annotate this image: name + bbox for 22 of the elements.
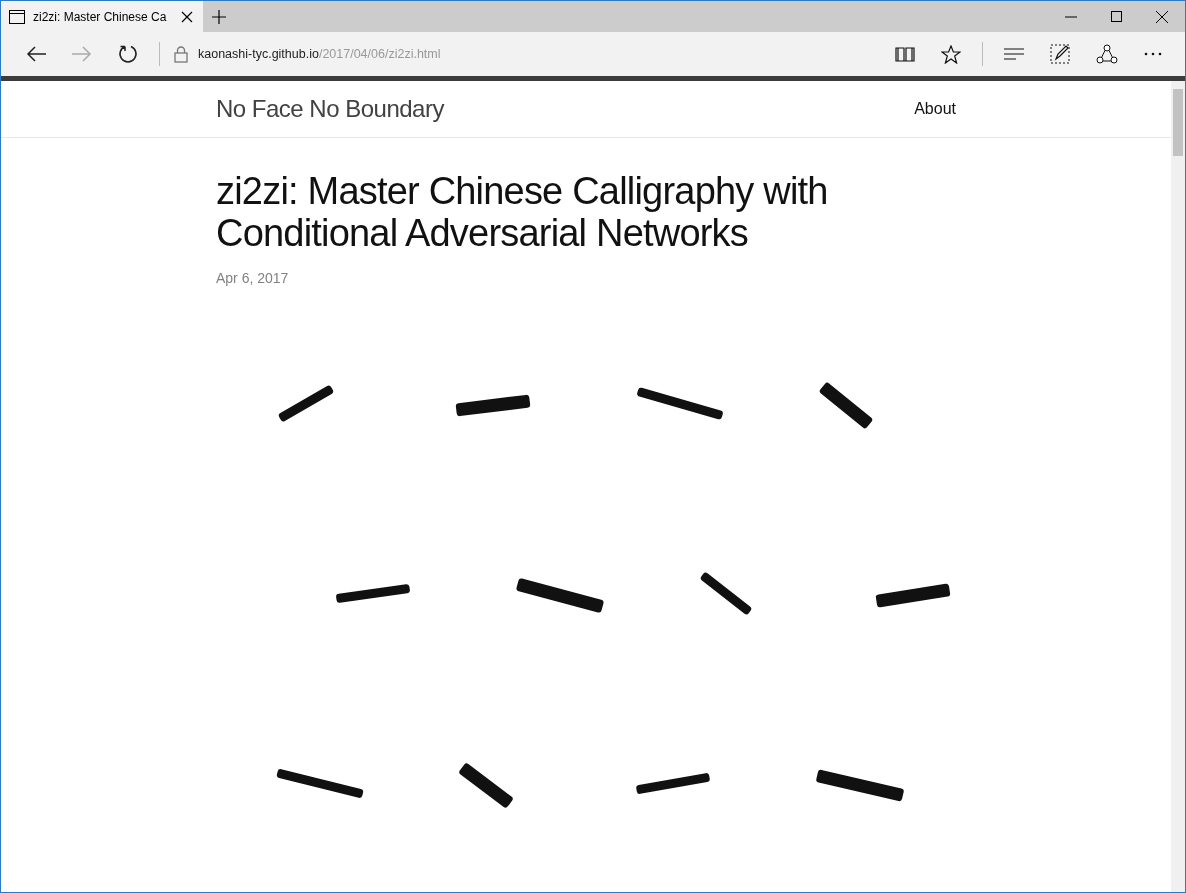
post-title: zi2zi: Master Chinese Calligraphy with Conditional Adversarial Networks [216, 170, 829, 254]
hub-icon[interactable] [1004, 48, 1024, 60]
site-title[interactable]: No Face No Boundary [216, 95, 444, 123]
reading-view-icon[interactable] [895, 46, 915, 62]
page-icon [9, 9, 25, 24]
maximize-icon[interactable] [1111, 11, 1122, 22]
star-icon[interactable] [941, 44, 961, 64]
close-icon[interactable] [181, 10, 193, 23]
lock-icon [174, 45, 188, 63]
close-icon[interactable] [1156, 10, 1168, 23]
share-icon[interactable] [1096, 44, 1118, 64]
nav-link[interactable]: About [914, 100, 956, 118]
refresh-icon[interactable] [118, 44, 138, 64]
back-icon[interactable] [26, 46, 46, 62]
address-field[interactable]: kaonashi-tyc.github.io/2017/04/06/zi2zi.html [198, 47, 882, 61]
post-date: Apr 6, 2017 [216, 270, 290, 286]
browser-tab[interactable]: zi2zi: Master Chinese Ca [1, 1, 203, 32]
scrollbar-thumb[interactable] [1173, 89, 1183, 156]
more-icon[interactable] [1144, 52, 1162, 56]
minimize-icon[interactable] [1065, 15, 1077, 18]
note-icon[interactable] [1050, 44, 1070, 64]
new-tab-icon[interactable] [212, 9, 226, 24]
